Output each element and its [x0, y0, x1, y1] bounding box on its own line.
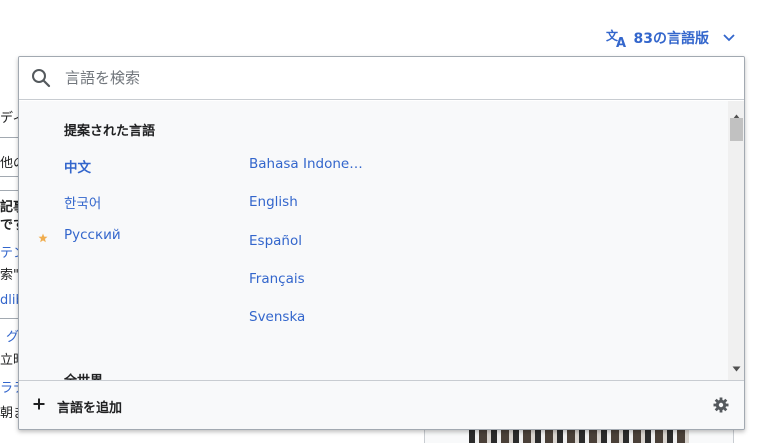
language-item-id[interactable]: Bahasa Indone…	[249, 156, 363, 172]
language-search-input[interactable]	[65, 65, 705, 91]
language-selector-footer: 言語を追加	[19, 380, 744, 429]
scroll-down-arrow-icon[interactable]	[732, 357, 741, 376]
bg-divider	[0, 176, 20, 177]
scrollbar-thumb[interactable]	[730, 118, 743, 141]
bg-divider	[0, 190, 20, 191]
language-search-bar	[19, 57, 744, 100]
language-selector-popup: 提案された言語 中文 한국어 Русский Bahasa Indone… En…	[18, 56, 745, 430]
language-item-zh[interactable]: 中文	[64, 156, 91, 176]
gear-icon[interactable]	[713, 397, 729, 417]
translate-icon: 文 A	[606, 28, 628, 48]
star-icon	[38, 228, 48, 247]
add-language-button[interactable]: 言語を追加	[33, 396, 122, 416]
language-item-ko[interactable]: 한국어	[64, 192, 101, 212]
chevron-down-icon	[723, 34, 735, 42]
page: ディ 他の 記事 です テン 索" dlib グ 立時 ラテ 朝ま 文 A 83…	[0, 0, 757, 443]
language-item-en[interactable]: English	[249, 194, 298, 210]
suggested-languages-title: 提案された言語	[64, 124, 156, 139]
language-item-fr[interactable]: Français	[249, 271, 305, 287]
bg-divider	[0, 318, 20, 319]
search-icon	[31, 68, 51, 92]
language-item-ru[interactable]: Русский	[64, 227, 121, 243]
language-button[interactable]: 文 A 83の言語版	[606, 26, 735, 50]
svg-text:A: A	[616, 36, 626, 48]
language-button-label: 83の言語版	[633, 31, 709, 47]
language-item-es[interactable]: Español	[249, 233, 302, 249]
results-scrollbar[interactable]	[728, 101, 744, 380]
bg-photo[interactable]	[469, 428, 689, 443]
language-item-sv[interactable]: Svenska	[249, 309, 305, 325]
all-languages-title: 全世界	[64, 370, 103, 380]
language-results-list: 提案された言語 中文 한국어 Русский Bahasa Indone… En…	[19, 101, 728, 380]
plus-icon	[33, 398, 45, 414]
bg-divider	[0, 137, 20, 138]
add-language-label: 言語を追加	[57, 400, 123, 416]
